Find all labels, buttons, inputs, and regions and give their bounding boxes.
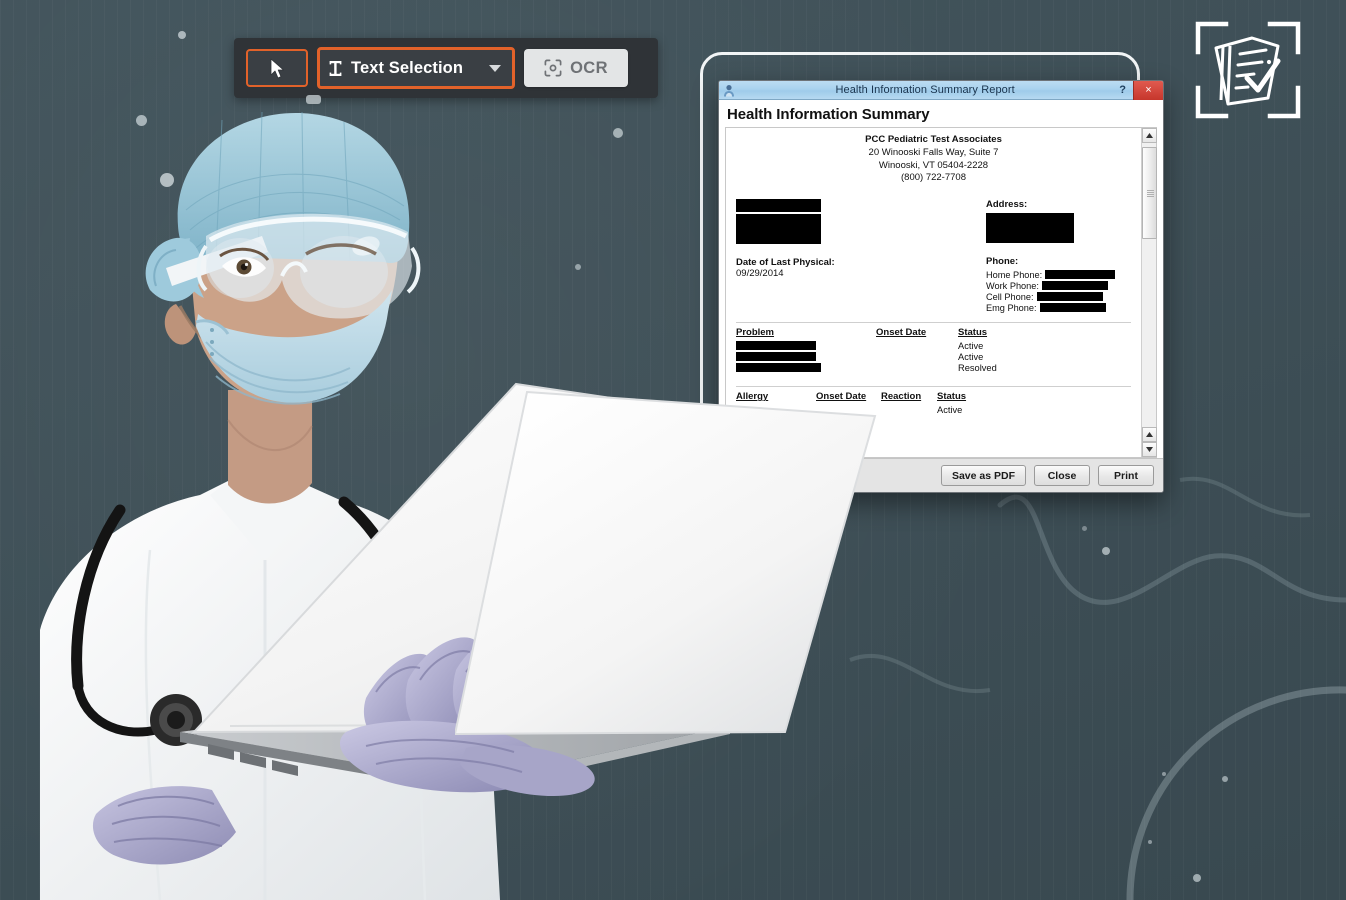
background-dot: [1162, 772, 1166, 776]
screenshot-stage: Text Selection OCR Health Information Su…: [0, 0, 1346, 900]
cell-phone-redaction: [1036, 292, 1103, 302]
clinic-name: PCC Pediatric Test Associates: [865, 134, 1002, 145]
patient-name-redaction: [736, 199, 821, 213]
home-phone-redaction: [1045, 270, 1116, 280]
problem-onset-cell: [876, 340, 958, 351]
help-button[interactable]: ?: [1115, 84, 1133, 96]
problem-onset-cell: [876, 351, 958, 362]
home-phone-label: Home Phone:: [986, 269, 1043, 280]
patient-details-redaction: [736, 214, 821, 245]
document-vertical-scrollbar[interactable]: [1141, 128, 1157, 457]
problem-redaction-cell: [736, 351, 876, 362]
background-dot: [575, 264, 581, 270]
address-redaction: [986, 213, 1074, 244]
user-person-icon: [724, 84, 734, 96]
chevron-down-icon: [489, 64, 501, 72]
triangle-up-icon: [1145, 133, 1153, 138]
window-title: Health Information Summary Report: [835, 84, 1015, 96]
pointer-tool-button[interactable]: [246, 49, 308, 87]
background-dot: [613, 128, 623, 138]
selection-mode-label: Text Selection: [351, 58, 464, 77]
allergy-header-status: Status: [937, 391, 967, 403]
problem-header-onset: Onset Date: [876, 327, 927, 339]
patient-info-columns: Date of Last Physical: 09/29/2014 Addres…: [736, 199, 1131, 313]
save-as-pdf-button[interactable]: Save as PDF: [940, 465, 1026, 486]
window-close-button[interactable]: ×: [1133, 81, 1163, 100]
problem-table: Problem Onset Date Status Active Active …: [736, 327, 1131, 373]
scroll-up-button[interactable]: [1141, 128, 1157, 143]
scan-focus-icon: [544, 59, 562, 77]
clinic-city-state-zip: Winooski, VT 05404-2228: [878, 159, 989, 171]
problem-redaction-cell: [736, 340, 876, 351]
phone-row: Emg Phone:: [986, 302, 1131, 313]
table-row: Active: [736, 340, 1131, 351]
document-heading: Health Information Summary: [727, 106, 930, 123]
background-dot: [1102, 547, 1110, 555]
phone-row: Work Phone:: [986, 280, 1131, 291]
work-phone-redaction: [1041, 281, 1108, 291]
clinic-phone: (800) 722-7708: [901, 172, 966, 184]
problem-status-cell: Active: [958, 340, 984, 351]
clinic-street: 20 Winooski Falls Way, Suite 7: [868, 146, 999, 158]
scroll-up-button-bottom[interactable]: [1141, 427, 1157, 442]
print-button[interactable]: Print: [1098, 465, 1154, 486]
phone-row: Home Phone:: [986, 269, 1131, 280]
emg-phone-label: Emg Phone:: [986, 302, 1037, 313]
problem-status-cell: Active: [958, 351, 984, 362]
problem-redaction-cell: [736, 362, 876, 373]
selection-mode-dropdown[interactable]: Text Selection: [317, 47, 515, 89]
scrollbar-track[interactable]: [1141, 143, 1157, 427]
text-ibeam-icon: [329, 60, 342, 76]
table-row: Active: [736, 351, 1131, 362]
problem-onset-cell: [876, 362, 958, 373]
address-label: Address:: [986, 199, 1028, 211]
clinic-block: PCC Pediatric Test Associates 20 Winoosk…: [736, 134, 1131, 185]
problem-status-cell: Resolved: [958, 362, 997, 373]
section-divider: [736, 322, 1131, 324]
laptop-lid-overlay: [455, 390, 877, 736]
work-phone-label: Work Phone:: [986, 280, 1039, 291]
window-titlebar[interactable]: Health Information Summary Report ? ×: [719, 81, 1163, 100]
document-scan-check-icon: [1195, 21, 1301, 119]
scroll-down-button[interactable]: [1141, 442, 1157, 457]
scrollbar-grip: [1146, 190, 1154, 197]
scroll-buttons-bottom[interactable]: [1141, 427, 1157, 457]
background-dot: [178, 31, 186, 39]
triangle-down-icon: [1145, 447, 1153, 452]
problem-table-header-row: Problem Onset Date Status: [736, 327, 1131, 340]
phone-row: Cell Phone:: [986, 291, 1131, 302]
scrollbar-thumb[interactable]: [1141, 147, 1157, 239]
phone-label: Phone:: [986, 256, 1019, 268]
last-physical-label: Date of Last Physical:: [736, 257, 835, 269]
background-dot: [1222, 776, 1228, 782]
close-button[interactable]: Close: [1034, 465, 1090, 486]
background-dot: [1193, 874, 1201, 882]
problem-header-status: Status: [958, 327, 988, 339]
selection-toolbar: Text Selection OCR: [234, 38, 658, 98]
last-physical-value: 09/29/2014: [736, 268, 784, 280]
background-dot: [1082, 526, 1087, 531]
emg-phone-redaction: [1039, 303, 1106, 313]
ocr-button[interactable]: OCR: [524, 49, 628, 87]
patient-right-column: Address: Phone: Home Phone: Work Phone:: [986, 199, 1131, 313]
background-dot: [1148, 840, 1152, 844]
triangle-up-icon: [1145, 432, 1153, 437]
problem-header-problem: Problem: [736, 327, 775, 339]
cursor-arrow-icon: [270, 58, 284, 78]
table-row: Resolved: [736, 362, 1131, 373]
cell-phone-label: Cell Phone:: [986, 291, 1034, 302]
patient-left-column: Date of Last Physical: 09/29/2014: [736, 199, 986, 313]
ocr-label: OCR: [570, 58, 608, 77]
allergy-status-cell: Active: [937, 404, 963, 415]
toolbar-handle-nub: [306, 95, 321, 104]
